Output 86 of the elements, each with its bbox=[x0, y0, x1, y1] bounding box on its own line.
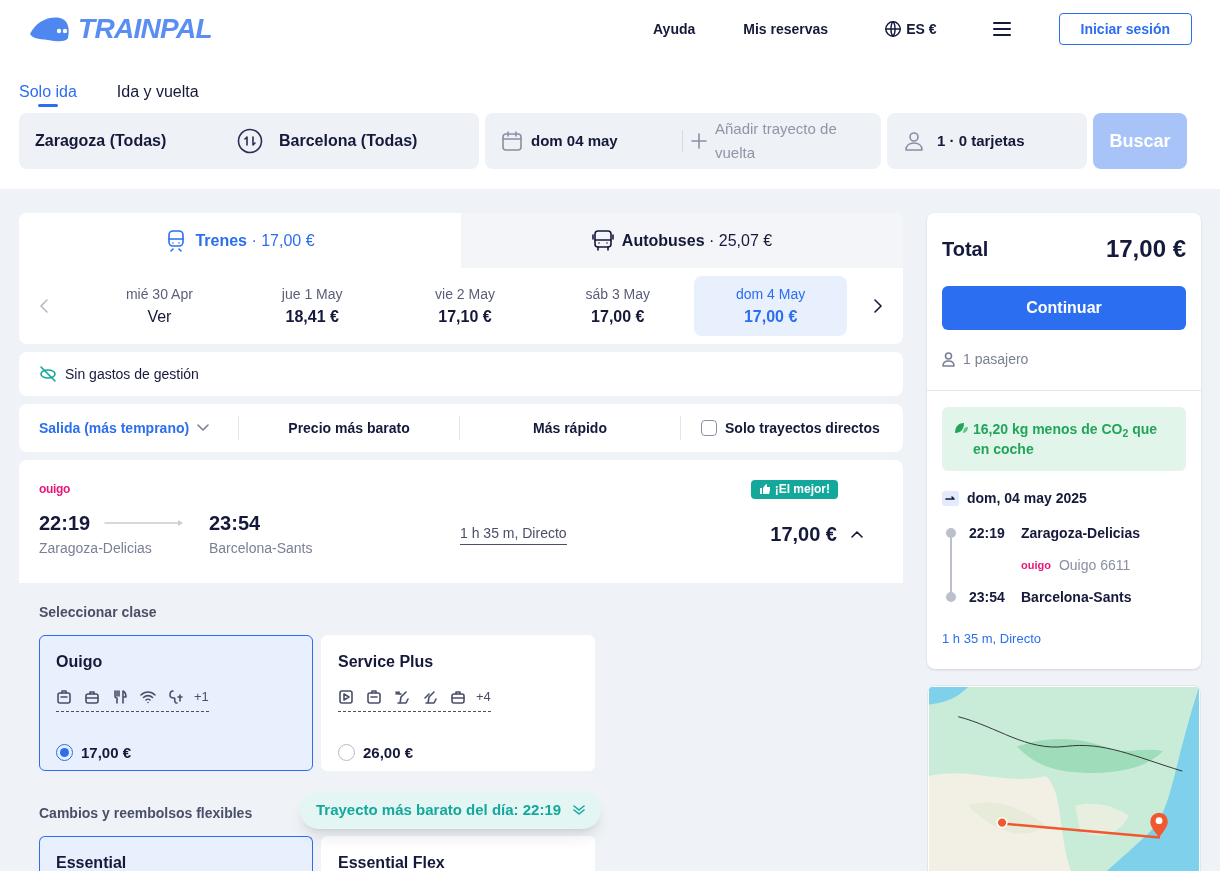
co2-text: 16,20 kg menos de CO$_{2}$ que en coche bbox=[973, 420, 1159, 459]
more-amenities-count: +1 bbox=[194, 688, 209, 706]
double-chevron-down-icon bbox=[573, 804, 586, 816]
class-price: 17,00 € bbox=[81, 742, 132, 763]
amenity-video-icon bbox=[338, 688, 354, 705]
fare-option-card[interactable]: Essential bbox=[39, 836, 313, 871]
person-icon bbox=[942, 352, 955, 367]
total-label: Total bbox=[942, 237, 989, 262]
no-fee-icon bbox=[39, 365, 57, 383]
nav-link[interactable]: Mis reservas bbox=[743, 18, 829, 40]
amenity-luggage-icon bbox=[56, 688, 72, 705]
departure-time: 22:19 bbox=[39, 511, 91, 536]
stop-station: Zaragoza-Delicias bbox=[1021, 523, 1141, 543]
menu-icon[interactable] bbox=[992, 22, 1011, 36]
passenger-count: 1 pasajero bbox=[963, 350, 1029, 369]
direct-only-checkbox[interactable]: Solo trayectos directos bbox=[701, 417, 880, 439]
globe-icon bbox=[884, 20, 903, 38]
class-price: 26,00 € bbox=[363, 742, 414, 763]
section-title: Cambios y reembolsos flexibles bbox=[39, 804, 253, 823]
class-name: Ouigo bbox=[56, 652, 103, 672]
swap-icon[interactable] bbox=[237, 128, 263, 154]
leaf-icon bbox=[954, 422, 969, 434]
radio-button[interactable] bbox=[338, 744, 355, 762]
trip-date: dom, 04 may 2025 bbox=[967, 489, 1087, 508]
origin-field[interactable]: Zaragoza (Todas) bbox=[35, 129, 237, 153]
amenity-dining-icon bbox=[112, 688, 128, 705]
bus-icon bbox=[591, 228, 614, 253]
trip-type-tab[interactable]: Solo ida bbox=[19, 78, 77, 106]
stop-time: 23:54 bbox=[969, 587, 1006, 607]
sort-option[interactable]: Salida (más temprano) bbox=[39, 416, 239, 440]
amenity-seat-icon bbox=[422, 688, 438, 705]
fare-name: Essential bbox=[56, 853, 127, 871]
person-icon bbox=[903, 130, 925, 152]
notice-text: Sin gastos de gestión bbox=[65, 364, 199, 384]
arrow-icon bbox=[104, 520, 185, 526]
train-number: Ouigo 6611 bbox=[1058, 555, 1131, 575]
plus-icon bbox=[691, 133, 707, 149]
journey-card[interactable]: ouigo ¡El mejor! 22:19 Zaragoza-Delicias 23:54 Barcelona-Sants 1 h 35 m, Directo 17,00 € bbox=[19, 460, 903, 583]
class-card[interactable]: Ouigo +1 17,00 € bbox=[39, 635, 313, 771]
class-name: Service Plus bbox=[338, 652, 434, 672]
passengers-field[interactable]: 1 · 0 tarjetas bbox=[887, 113, 1087, 169]
duration-link[interactable]: 1 h 35 m, Directo bbox=[460, 522, 567, 545]
date-field[interactable]: dom 04 may bbox=[501, 129, 683, 153]
amenity-luggage-icon bbox=[366, 688, 382, 705]
logo-text: TRAINPAL bbox=[78, 12, 212, 46]
date-option[interactable]: jue 1 May 18,41 € bbox=[235, 276, 389, 336]
amenity-bag-icon bbox=[450, 688, 466, 705]
destination-field[interactable]: Barcelona (Todas) bbox=[279, 129, 418, 153]
fare-name: Essential Flex bbox=[338, 853, 445, 871]
total-price: 17,00 € bbox=[1105, 234, 1186, 264]
amenity-seat-xl-icon bbox=[394, 688, 410, 705]
chevron-down-icon bbox=[197, 424, 210, 432]
arrival-time: 23:54 bbox=[209, 511, 261, 536]
duration-link[interactable]: 1 h 35 m, Directo bbox=[942, 629, 1041, 649]
chevron-right-icon[interactable] bbox=[873, 299, 883, 313]
sort-option[interactable]: Precio más barato bbox=[239, 416, 460, 440]
sort-option[interactable]: Más rápido bbox=[460, 416, 681, 440]
language-selector[interactable]: ES € bbox=[884, 18, 937, 40]
arrow-right-icon bbox=[942, 491, 959, 506]
continue-button[interactable]: Continuar bbox=[942, 286, 1186, 330]
fare-option-card[interactable]: Essential Flex bbox=[321, 836, 595, 871]
stop-station: Barcelona-Sants bbox=[1021, 587, 1132, 607]
operator-logo: ouigo bbox=[39, 481, 71, 498]
date-option[interactable]: mié 30 Apr Ver bbox=[83, 276, 236, 336]
date-option[interactable]: dom 4 May 17,00 € bbox=[694, 276, 847, 336]
date-option[interactable]: sáb 3 May 17,00 € bbox=[541, 276, 695, 336]
amenity-plug-icon bbox=[168, 688, 184, 705]
amenity-wifi-icon bbox=[140, 688, 156, 705]
thumbs-up-icon bbox=[758, 483, 771, 495]
best-badge: ¡El mejor! bbox=[750, 479, 838, 499]
trip-type-tab[interactable]: Ida y vuelta bbox=[116, 78, 199, 106]
transport-tab[interactable]: Autobuses · 25,07 € bbox=[461, 213, 903, 268]
nav-link[interactable]: Ayuda bbox=[653, 18, 696, 40]
calendar-icon bbox=[501, 130, 523, 152]
section-title: Seleccionar clase bbox=[39, 603, 157, 622]
date-option[interactable]: vie 2 May 17,10 € bbox=[388, 276, 542, 336]
operator-logo: ouigo bbox=[1021, 557, 1051, 573]
arrival-station: Barcelona-Sants bbox=[209, 539, 313, 558]
stop-time: 22:19 bbox=[969, 523, 1006, 543]
journey-price: 17,00 € bbox=[770, 521, 837, 547]
more-amenities-count: +4 bbox=[476, 688, 491, 706]
amenity-bag-icon bbox=[84, 688, 100, 705]
departure-station: Zaragoza-Delicias bbox=[39, 539, 152, 558]
login-button[interactable]: Iniciar sesión bbox=[1058, 13, 1192, 45]
chevron-up-icon[interactable] bbox=[851, 529, 863, 538]
class-card[interactable]: Service Plus +4 26,00 € bbox=[321, 635, 595, 771]
